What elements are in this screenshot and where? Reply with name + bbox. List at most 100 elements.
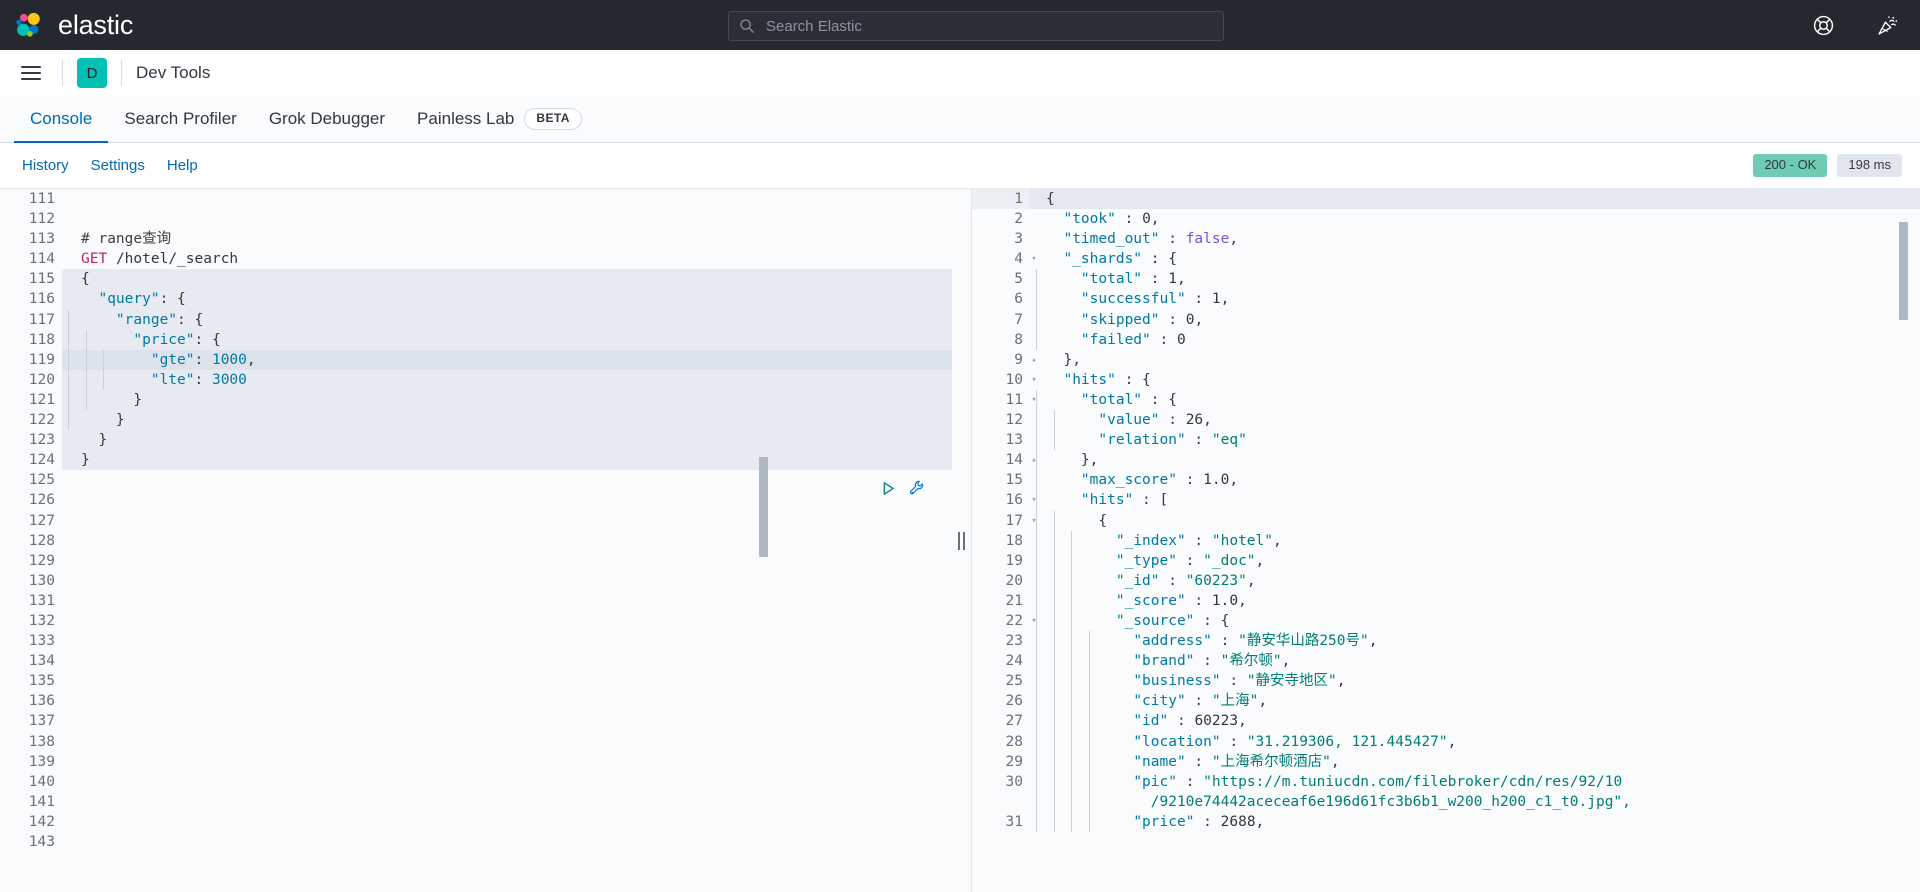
code-line[interactable]: 7 "skipped" : 0, (972, 309, 1920, 330)
code-line[interactable]: 117▾ "range": { (0, 309, 952, 330)
request-code[interactable]: 111 112 113 # range查询 114 GET /hotel/_searc… (0, 189, 952, 892)
code-line[interactable]: 113 # range查询 (0, 229, 952, 250)
code-line[interactable]: 142 (0, 811, 952, 832)
response-scrollbar-thumb[interactable] (1899, 222, 1908, 320)
code-line[interactable]: 30 "pic" : "https://m.tuniucdn.com/fileb… (972, 771, 1920, 792)
code-line[interactable]: 29 "name" : "上海希尔顿酒店", (972, 751, 1920, 772)
code-line[interactable]: 4 ▾ "_shards" : { (972, 249, 1920, 270)
code-line[interactable]: 136 (0, 691, 952, 712)
code-line[interactable]: 1▾{ (972, 189, 1920, 210)
code-line[interactable]: 25 "business" : "静安寺地区", (972, 671, 1920, 692)
party-popper-icon[interactable] (1874, 12, 1900, 38)
help-lifebuoy-icon[interactable] (1810, 12, 1836, 38)
editor-scrollbar-thumb[interactable] (759, 457, 768, 557)
code-line[interactable]: 26 "city" : "上海", (972, 691, 1920, 712)
response-pane[interactable]: 1▾{2 "took" : 0,3 "timed_out" : false,4▾… (972, 189, 1920, 892)
line-number: 13 (972, 430, 1030, 451)
breadcrumb: D Dev Tools (0, 50, 1920, 97)
code-line[interactable]: 114 GET /hotel/_search (0, 249, 952, 270)
code-line[interactable]: 133 (0, 631, 952, 652)
space-badge[interactable]: D (77, 58, 107, 88)
code-line[interactable]: 137 (0, 711, 952, 732)
code-line[interactable]: 12 "value" : 26, (972, 410, 1920, 431)
code-line[interactable]: 27 "id" : 60223, (972, 711, 1920, 732)
help-button[interactable]: Help (159, 153, 206, 178)
code-line[interactable]: 135 (0, 671, 952, 692)
code-line[interactable]: 10 ▾ "hits" : { (972, 369, 1920, 390)
hamburger-menu-icon[interactable] (14, 56, 48, 90)
tab-painless-lab-label: Painless Lab (417, 109, 515, 128)
code-line[interactable]: 127 (0, 510, 952, 531)
line-number: 116▾ (0, 289, 69, 310)
code-line[interactable]: 18 "_index" : "hotel", (972, 530, 1920, 551)
code-line[interactable]: 22 ▾ "_source" : { (972, 610, 1920, 632)
code-text: "city" : "上海", (1030, 691, 1920, 712)
code-line[interactable]: 23 "address" : "静安华山路250号", (972, 631, 1920, 652)
code-line[interactable]: 9 ▴ }, (972, 349, 1920, 370)
tab-grok-debugger[interactable]: Grok Debugger (253, 97, 401, 143)
code-line[interactable]: 132 (0, 610, 952, 632)
code-line[interactable]: 138 (0, 731, 952, 752)
pane-resizer[interactable] (952, 189, 972, 892)
code-line[interactable]: 141 (0, 791, 952, 812)
code-line[interactable]: 17 ▾ { (972, 510, 1920, 531)
code-line[interactable]: 123▴ } (0, 430, 952, 451)
code-line[interactable]: 129 (0, 550, 952, 571)
code-line[interactable]: 2 "took" : 0, (972, 209, 1920, 230)
code-line[interactable]: 13 "relation" : "eq" (972, 430, 1920, 451)
code-line[interactable]: 15 "max_score" : 1.0, (972, 470, 1920, 491)
page-title[interactable]: Dev Tools (136, 63, 210, 83)
code-line[interactable]: 140 (0, 771, 952, 792)
code-line[interactable]: 125 (0, 470, 952, 491)
code-line[interactable]: 131 (0, 590, 952, 611)
line-number: 6 (972, 289, 1030, 310)
code-line[interactable]: 3 "timed_out" : false, (972, 229, 1920, 250)
code-line[interactable]: 126 (0, 490, 952, 511)
response-code[interactable]: 1▾{2 "took" : 0,3 "timed_out" : false,4▾… (972, 189, 1920, 892)
code-line[interactable]: 130 (0, 570, 952, 591)
code-line[interactable]: 6 "successful" : 1, (972, 289, 1920, 310)
brand[interactable]: elastic (0, 10, 133, 41)
code-line[interactable]: 24 "brand" : "希尔顿", (972, 651, 1920, 672)
code-line[interactable]: 14 ▴ }, (972, 450, 1920, 471)
code-line[interactable]: 112 (0, 209, 952, 230)
code-line[interactable]: 5 "total" : 1, (972, 269, 1920, 290)
request-editor-pane[interactable]: 111 112 113 # range查询 114 GET /hotel/_searc… (0, 189, 952, 892)
code-line[interactable]: 120 "lte": 3000 (0, 369, 952, 390)
code-line[interactable]: 28 "location" : "31.219306, 121.445427", (972, 731, 1920, 752)
code-line[interactable]: 19 "_type" : "_doc", (972, 550, 1920, 571)
editor-scrollbar-track[interactable] (759, 189, 772, 892)
tab-console[interactable]: Console (14, 97, 109, 143)
code-line[interactable]: 31 "price" : 2688, (972, 811, 1920, 832)
code-line[interactable]: 122▴ } (0, 410, 952, 431)
global-search-input[interactable]: Search Elastic (728, 11, 1224, 41)
code-text: "_shards" : { (1063, 251, 1177, 268)
line-number: 30 (972, 771, 1030, 792)
wrench-icon[interactable] (908, 479, 926, 502)
code-line[interactable]: 124▴} (0, 450, 952, 471)
code-line[interactable]: 21 "_score" : 1.0, (972, 590, 1920, 611)
code-text: "value" : 26, (1030, 410, 1920, 431)
play-triangle-icon[interactable] (880, 480, 897, 502)
code-line[interactable]: 8 "failed" : 0 (972, 329, 1920, 350)
tab-search-profiler[interactable]: Search Profiler (108, 97, 252, 143)
code-line[interactable]: 11 ▾ "total" : { (972, 389, 1920, 411)
response-scrollbar-track[interactable] (1899, 189, 1912, 892)
code-line[interactable]: 118▾ "price": { (0, 329, 952, 350)
code-line[interactable]: 116▾ "query": { (0, 289, 952, 310)
code-line[interactable]: 134 (0, 651, 952, 672)
code-line[interactable]: 128 (0, 530, 952, 551)
code-line[interactable]: 20 "_id" : "60223", (972, 570, 1920, 591)
history-button[interactable]: History (14, 153, 77, 178)
code-line[interactable]: 115▾{ (0, 269, 952, 290)
code-line[interactable]: 119 "gte": 1000, (0, 349, 952, 370)
code-text: "max_score" : 1.0, (1030, 470, 1920, 491)
code-line[interactable]: 143 (0, 832, 952, 853)
settings-button[interactable]: Settings (83, 153, 153, 178)
tab-painless-lab[interactable]: Painless Lab BETA (401, 97, 598, 143)
code-line[interactable]: 121▴ } (0, 389, 952, 411)
code-line[interactable]: 139 (0, 751, 952, 772)
code-line[interactable]: 16 ▾ "hits" : [ (972, 490, 1920, 511)
code-line[interactable]: 111 (0, 189, 952, 210)
